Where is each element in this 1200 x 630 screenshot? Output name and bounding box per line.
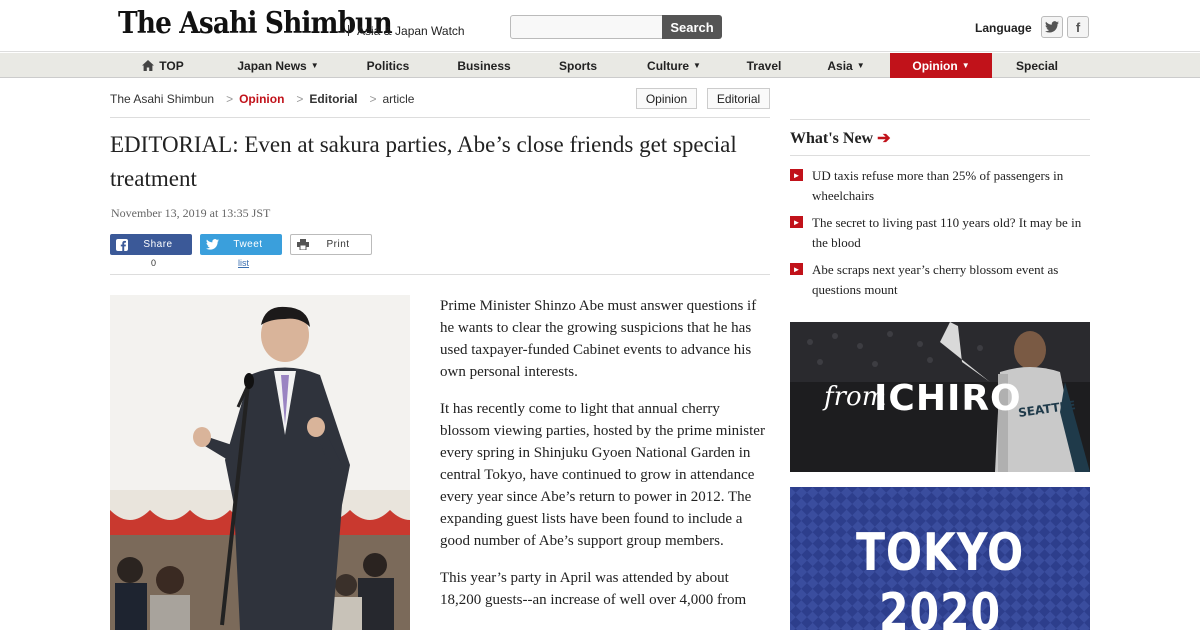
nav-item-asia[interactable]: Asia ▼ (820, 53, 872, 78)
breadcrumb-home[interactable]: The Asahi Shimbun (110, 92, 214, 106)
article-date: November 13, 2019 at 13:35 JST (111, 206, 271, 220)
caret-down-icon: ▼ (961, 61, 970, 70)
article-title: EDITORIAL: Even at sakura parties, Abe’s… (110, 132, 737, 191)
nav-label: Politics (366, 58, 410, 73)
nav-item-travel[interactable]: Travel (738, 53, 790, 78)
whats-new-heading[interactable]: What's New ➔ (790, 128, 891, 148)
article-body: Prime Minister Shinzo Abe must answer qu… (440, 295, 772, 626)
breadcrumb-separator: > (226, 92, 234, 106)
nav-label: Sports (558, 58, 597, 73)
nav-item-special[interactable]: Special (1010, 53, 1064, 78)
promo-banner-tokyo2020[interactable]: TOKYO 2020 (790, 487, 1090, 630)
nav-label: Business (457, 58, 511, 73)
tag-opinion[interactable]: Opinion (636, 88, 697, 109)
nav-item-business[interactable]: Business (448, 53, 520, 78)
nav-label: Japan News (237, 58, 307, 73)
whats-new-item[interactable]: ► The secret to living past 110 years ol… (790, 213, 1090, 255)
nav-item-japan-news[interactable]: Japan News ▼ (228, 53, 328, 78)
print-button[interactable]: Print (290, 234, 372, 255)
divider (790, 119, 1090, 120)
whats-new-link[interactable]: Abe scraps next year’s cherry blossom ev… (812, 260, 1090, 300)
promo-ichiro-name: ICHIRO (874, 378, 1022, 419)
caret-down-icon: ▼ (693, 61, 701, 70)
tweet-count-link[interactable]: list (238, 258, 249, 268)
twitter-icon (1045, 21, 1059, 33)
breadcrumb-separator: > (369, 92, 377, 106)
caret-down-icon: ▼ (856, 61, 865, 70)
article-photo[interactable] (110, 295, 410, 630)
breadcrumb: The Asahi Shimbun > Opinion > Editorial > arti… (110, 92, 420, 106)
divider (790, 155, 1090, 156)
chevron-right-icon: ► (790, 169, 803, 181)
article-paragraph: This year’s party in April was attended … (440, 570, 747, 608)
facebook-follow-button[interactable]: f (1067, 16, 1089, 38)
nav-item-top[interactable]: TOP (138, 53, 188, 78)
facebook-share-button[interactable]: Share (110, 234, 192, 255)
whats-new-item[interactable]: ► Abe scraps next year’s cherry blossom … (790, 260, 1090, 302)
nav-label: Culture (647, 58, 690, 73)
facebook-icon (110, 234, 134, 255)
twitter-icon (200, 234, 224, 255)
site-tagline: Asia & Japan Watch (357, 24, 465, 38)
nav-item-sports[interactable]: Sports (550, 53, 606, 78)
search-button[interactable]: Search (662, 15, 722, 39)
whats-new-link[interactable]: The secret to living past 110 years old?… (812, 213, 1090, 253)
main-nav: TOP Japan News ▼ Politics Business Sports… (0, 53, 1200, 78)
tweet-button[interactable]: Tweet (200, 234, 282, 255)
tag-editorial[interactable]: Editorial (707, 88, 770, 109)
breadcrumb-opinion[interactable]: Opinion (239, 92, 284, 106)
site-header: The Asahi Shimbun Asia & Japan Watch Sea… (0, 0, 1200, 52)
whats-new-title: What's New (790, 130, 874, 147)
nav-label: Special (1015, 58, 1059, 73)
twitter-follow-button[interactable] (1041, 16, 1063, 38)
chevron-right-icon: ► (790, 216, 803, 228)
whats-new-link[interactable]: UD taxis refuse more than 25% of passeng… (812, 166, 1090, 206)
breadcrumb-separator: > (296, 92, 304, 106)
tweet-label: Tweet (233, 239, 263, 250)
nav-label: Opinion (912, 58, 958, 73)
whats-new-item[interactable]: ► UD taxis refuse more than 25% of passe… (790, 166, 1090, 208)
divider (110, 274, 770, 275)
facebook-icon: f (1075, 19, 1081, 35)
nav-item-politics[interactable]: Politics (358, 53, 418, 78)
search-input[interactable] (510, 15, 663, 39)
nav-item-culture[interactable]: Culture ▼ (636, 53, 712, 78)
photo-illustration (110, 295, 410, 630)
nav-item-opinion[interactable]: Opinion ▼ (890, 53, 992, 78)
divider (110, 117, 770, 118)
site-logo[interactable]: The Asahi Shimbun (118, 6, 393, 41)
home-icon (142, 60, 155, 71)
facebook-share-count: 0 (151, 258, 157, 268)
article-paragraph: It has recently come to light that annua… (440, 401, 765, 549)
promo-banner-ichiro[interactable]: from ICHIRO SEATTLE (790, 322, 1090, 472)
caret-down-icon: ▼ (310, 61, 319, 70)
nav-label: Asia (827, 58, 853, 73)
share-label: Share (143, 239, 173, 250)
nav-label: Travel (746, 58, 782, 73)
print-label: Print (326, 239, 350, 250)
promo-tokyo-text: TOKYO 2020 (855, 523, 1025, 630)
chevron-right-icon: ► (790, 263, 803, 275)
print-icon (291, 234, 315, 255)
breadcrumb-current: article (382, 92, 415, 106)
nav-label: TOP (159, 58, 184, 73)
breadcrumb-editorial[interactable]: Editorial (309, 92, 357, 106)
language-menu[interactable]: Language (975, 21, 1032, 35)
article-paragraph: Prime Minister Shinzo Abe must answer qu… (440, 298, 757, 380)
tagline-divider (348, 25, 349, 36)
arrow-right-icon: ➔ (877, 130, 891, 147)
